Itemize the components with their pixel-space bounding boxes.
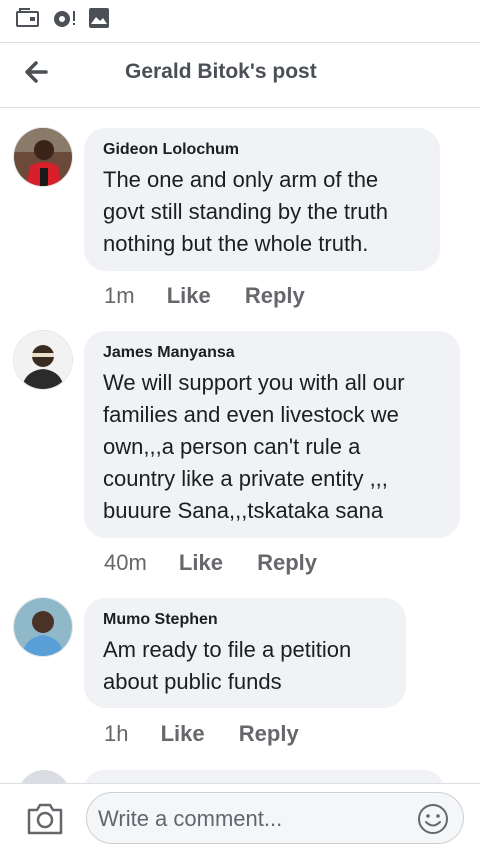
- avatar[interactable]: [13, 127, 73, 187]
- avatar[interactable]: [13, 330, 73, 390]
- comment-time: 1h: [104, 721, 129, 746]
- page-title: Gerald Bitok's post: [125, 60, 317, 83]
- media-notification-icon: [54, 11, 75, 27]
- comment-meta: 1m Like Reply: [104, 283, 305, 309]
- comment-author[interactable]: James Manyansa: [103, 343, 440, 363]
- comment-time: 40m: [104, 550, 147, 575]
- status-bar: [0, 0, 480, 43]
- reply-button[interactable]: Reply: [257, 550, 317, 576]
- comment-author[interactable]: Mumo Stephen: [103, 610, 386, 630]
- comment-bubble[interactable]: Gideon Lolochum The one and only arm of …: [84, 128, 440, 271]
- post-header: Gerald Bitok's post: [0, 43, 480, 108]
- like-button[interactable]: Like: [161, 721, 205, 747]
- image-icon: [89, 8, 109, 28]
- comment-input-placeholder: Write a comment...: [98, 806, 283, 831]
- comment-author[interactable]: Gideon Lolochum: [103, 140, 420, 160]
- like-button[interactable]: Like: [167, 283, 211, 309]
- camera-icon[interactable]: [25, 801, 65, 837]
- like-button[interactable]: Like: [179, 550, 223, 576]
- comment-input[interactable]: Write a comment...: [86, 792, 464, 844]
- reply-button[interactable]: Reply: [239, 721, 299, 747]
- wallet-icon: [16, 8, 39, 27]
- comment-bubble[interactable]: Mumo Stephen Am ready to file a petition…: [84, 598, 406, 708]
- back-arrow-icon[interactable]: [20, 55, 54, 89]
- reply-button[interactable]: Reply: [245, 283, 305, 309]
- comment-bubble[interactable]: James Manyansa We will support you with …: [84, 331, 460, 538]
- avatar[interactable]: [13, 597, 73, 657]
- comment-time: 1m: [104, 283, 135, 308]
- comment-composer: Write a comment...: [0, 783, 480, 855]
- comment-text: Am ready to file a petition about public…: [103, 637, 352, 694]
- emoji-icon[interactable]: [417, 803, 449, 835]
- comment-meta: 1h Like Reply: [104, 721, 299, 747]
- comment-text: The one and only arm of the govt still s…: [103, 167, 388, 256]
- comment-meta: 40m Like Reply: [104, 550, 317, 576]
- comment-text: We will support you with all our familie…: [103, 370, 405, 523]
